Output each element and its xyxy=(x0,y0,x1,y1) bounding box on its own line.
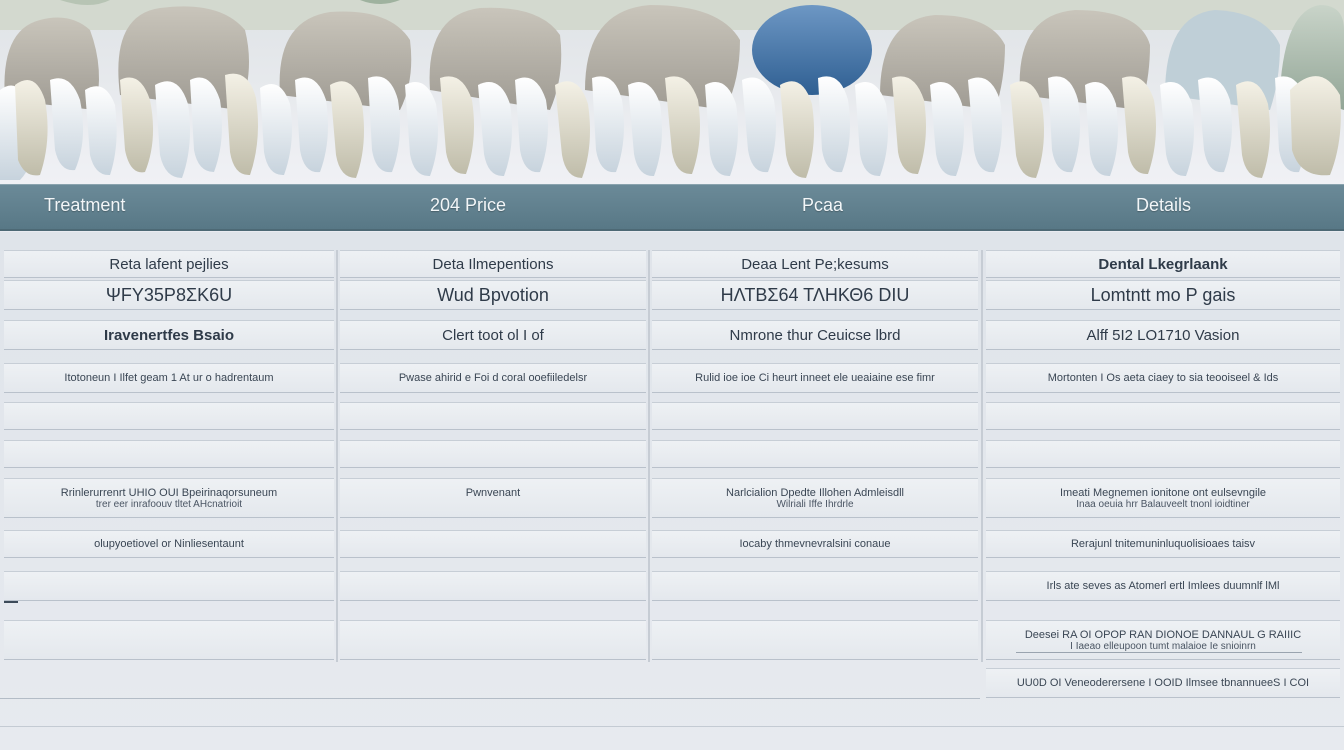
table-cell: UU0D OI Veneoderersene I OOID Ilmsee tbn… xyxy=(986,668,1340,698)
table-cell xyxy=(340,620,646,660)
table-row: olupyoetiovel or Ninliesentaunt Iocaby t… xyxy=(0,530,1344,558)
divider xyxy=(0,698,980,699)
divider xyxy=(1016,652,1302,653)
table-cell xyxy=(652,571,978,601)
table-cell: ΗΛΤΒΣ64 ΤΛΗΚΘ6 DIU xyxy=(652,280,978,310)
table-row: Irls ate seves as Atomerl ertl Imlees du… xyxy=(0,571,1344,601)
cell-text: Narlcialion Dpedte Illohen Admleisdll xyxy=(726,487,904,499)
cell-text: Pwnvenant xyxy=(465,487,521,499)
table-cell: Rerajunl tnitemuninluquolisioaes taisv xyxy=(986,530,1340,558)
table-cell: Irls ate seves as Atomerl ertl Imlees du… xyxy=(986,571,1340,601)
table-cell: Imeati Megnemen ionitone ont eulsevngile… xyxy=(986,478,1340,518)
header-pcaa: Pcaa xyxy=(802,195,844,215)
table-cell xyxy=(4,620,334,660)
cell-text: Imeati Megnemen ionitone ont eulsevngile xyxy=(1059,487,1267,499)
table-cell xyxy=(340,530,646,558)
table-cell xyxy=(4,402,334,430)
header-price: 204 Price xyxy=(430,195,507,215)
table-cell: Iravenertfes Bsaio xyxy=(4,320,334,350)
table-header: Treatment 204 Price Pcaa Details xyxy=(0,184,1344,231)
table-cell: Alff 5I2 LO1710 Vasion xyxy=(986,320,1340,350)
table-row: Reta lafent pejlies Deta Ilmepentions De… xyxy=(0,250,1344,278)
table-cell: Narlcialion Dpedte Illohen Admleisdll Wi… xyxy=(652,478,978,518)
table-cell: olupyoetiovel or Ninliesentaunt xyxy=(4,530,334,558)
table-cell: Nmrone thur Ceuicse lbrd xyxy=(652,320,978,350)
table-cell: Reta lafent pejlies xyxy=(4,250,334,278)
table-row: Itotoneun I Ilfet geam 1 At ur o hadrent… xyxy=(0,363,1344,393)
table-cell: Wud Bpvotion xyxy=(340,280,646,310)
table-cell: Mortonten I Os aeta ciaey to sia teooise… xyxy=(986,363,1340,393)
table-cell: Rrinlerurrenrt UHIO OUI Bpeirinaqorsuneu… xyxy=(4,478,334,518)
table-row xyxy=(0,402,1344,430)
table-cell xyxy=(652,620,978,660)
table-cell xyxy=(4,440,334,468)
table-cell xyxy=(986,402,1340,430)
table-row: Rrinlerurrenrt UHIO OUI Bpeirinaqorsuneu… xyxy=(0,478,1344,518)
table-cell xyxy=(652,440,978,468)
row-marker xyxy=(4,601,18,603)
front-teeth xyxy=(0,73,1341,180)
table-cell xyxy=(340,440,646,468)
table-cell: Pwnvenant xyxy=(340,478,646,518)
table-cell: Deta Ilmepentions xyxy=(340,250,646,278)
table-cell: Pwase ahirid e Foi d coral ooefiiledelsr xyxy=(340,363,646,393)
table-cell xyxy=(652,402,978,430)
cell-subtext: I Iaeao elleupoon tumt malaioe Ie snioin… xyxy=(1070,641,1256,652)
cell-subtext: trer eer inrafoouv tltet AHcnatrioit xyxy=(95,499,243,510)
table-cell: Deesei RA OI OPOP RAN DIONOE DANNAUL G R… xyxy=(986,620,1340,660)
table-cell: Lomtntt mo P gais xyxy=(986,280,1340,310)
teeth-banner-image xyxy=(0,0,1344,185)
table-cell xyxy=(986,440,1340,468)
table-cell: Iocaby thmevnevralsini conaue xyxy=(652,530,978,558)
header-treatment: Treatment xyxy=(44,195,126,215)
table-cell xyxy=(340,571,646,601)
table-cell: Deaa Lent Pe;kesums xyxy=(652,250,978,278)
header-details: Details xyxy=(1136,195,1192,215)
cell-subtext: Wilriali Iffe Ihrdrle xyxy=(776,499,854,510)
table-cell: Itotoneun I Ilfet geam 1 At ur o hadrent… xyxy=(4,363,334,393)
divider xyxy=(0,726,1344,727)
table-cell: Dental Lkegrlaank xyxy=(986,250,1340,278)
table-cell: Rulid ioe ioe Ci heurt inneet ele ueaiai… xyxy=(652,363,978,393)
cell-text: Deesei RA OI OPOP RAN DIONOE DANNAUL G R… xyxy=(1024,629,1302,641)
cell-subtext: Inaa oeuia hrr Balauveelt tnonl ioidtine… xyxy=(1076,499,1250,510)
table-row: UU0D OI Veneoderersene I OOID Ilmsee tbn… xyxy=(0,668,1344,698)
table-cell xyxy=(340,402,646,430)
table-row: ΨFY35P8ΣK6U Wud Bpvotion ΗΛΤΒΣ64 ΤΛΗΚΘ6 … xyxy=(0,280,1344,310)
cell-text: Rrinlerurrenrt UHIO OUI Bpeirinaqorsuneu… xyxy=(60,487,278,499)
table-row xyxy=(0,440,1344,468)
table-row: Deesei RA OI OPOP RAN DIONOE DANNAUL G R… xyxy=(0,620,1344,660)
table-cell xyxy=(4,571,334,601)
table-cell: ΨFY35P8ΣK6U xyxy=(4,280,334,310)
table-cell: Clert toot ol I of xyxy=(340,320,646,350)
table-row: Iravenertfes Bsaio Clert toot ol I of Nm… xyxy=(0,320,1344,350)
